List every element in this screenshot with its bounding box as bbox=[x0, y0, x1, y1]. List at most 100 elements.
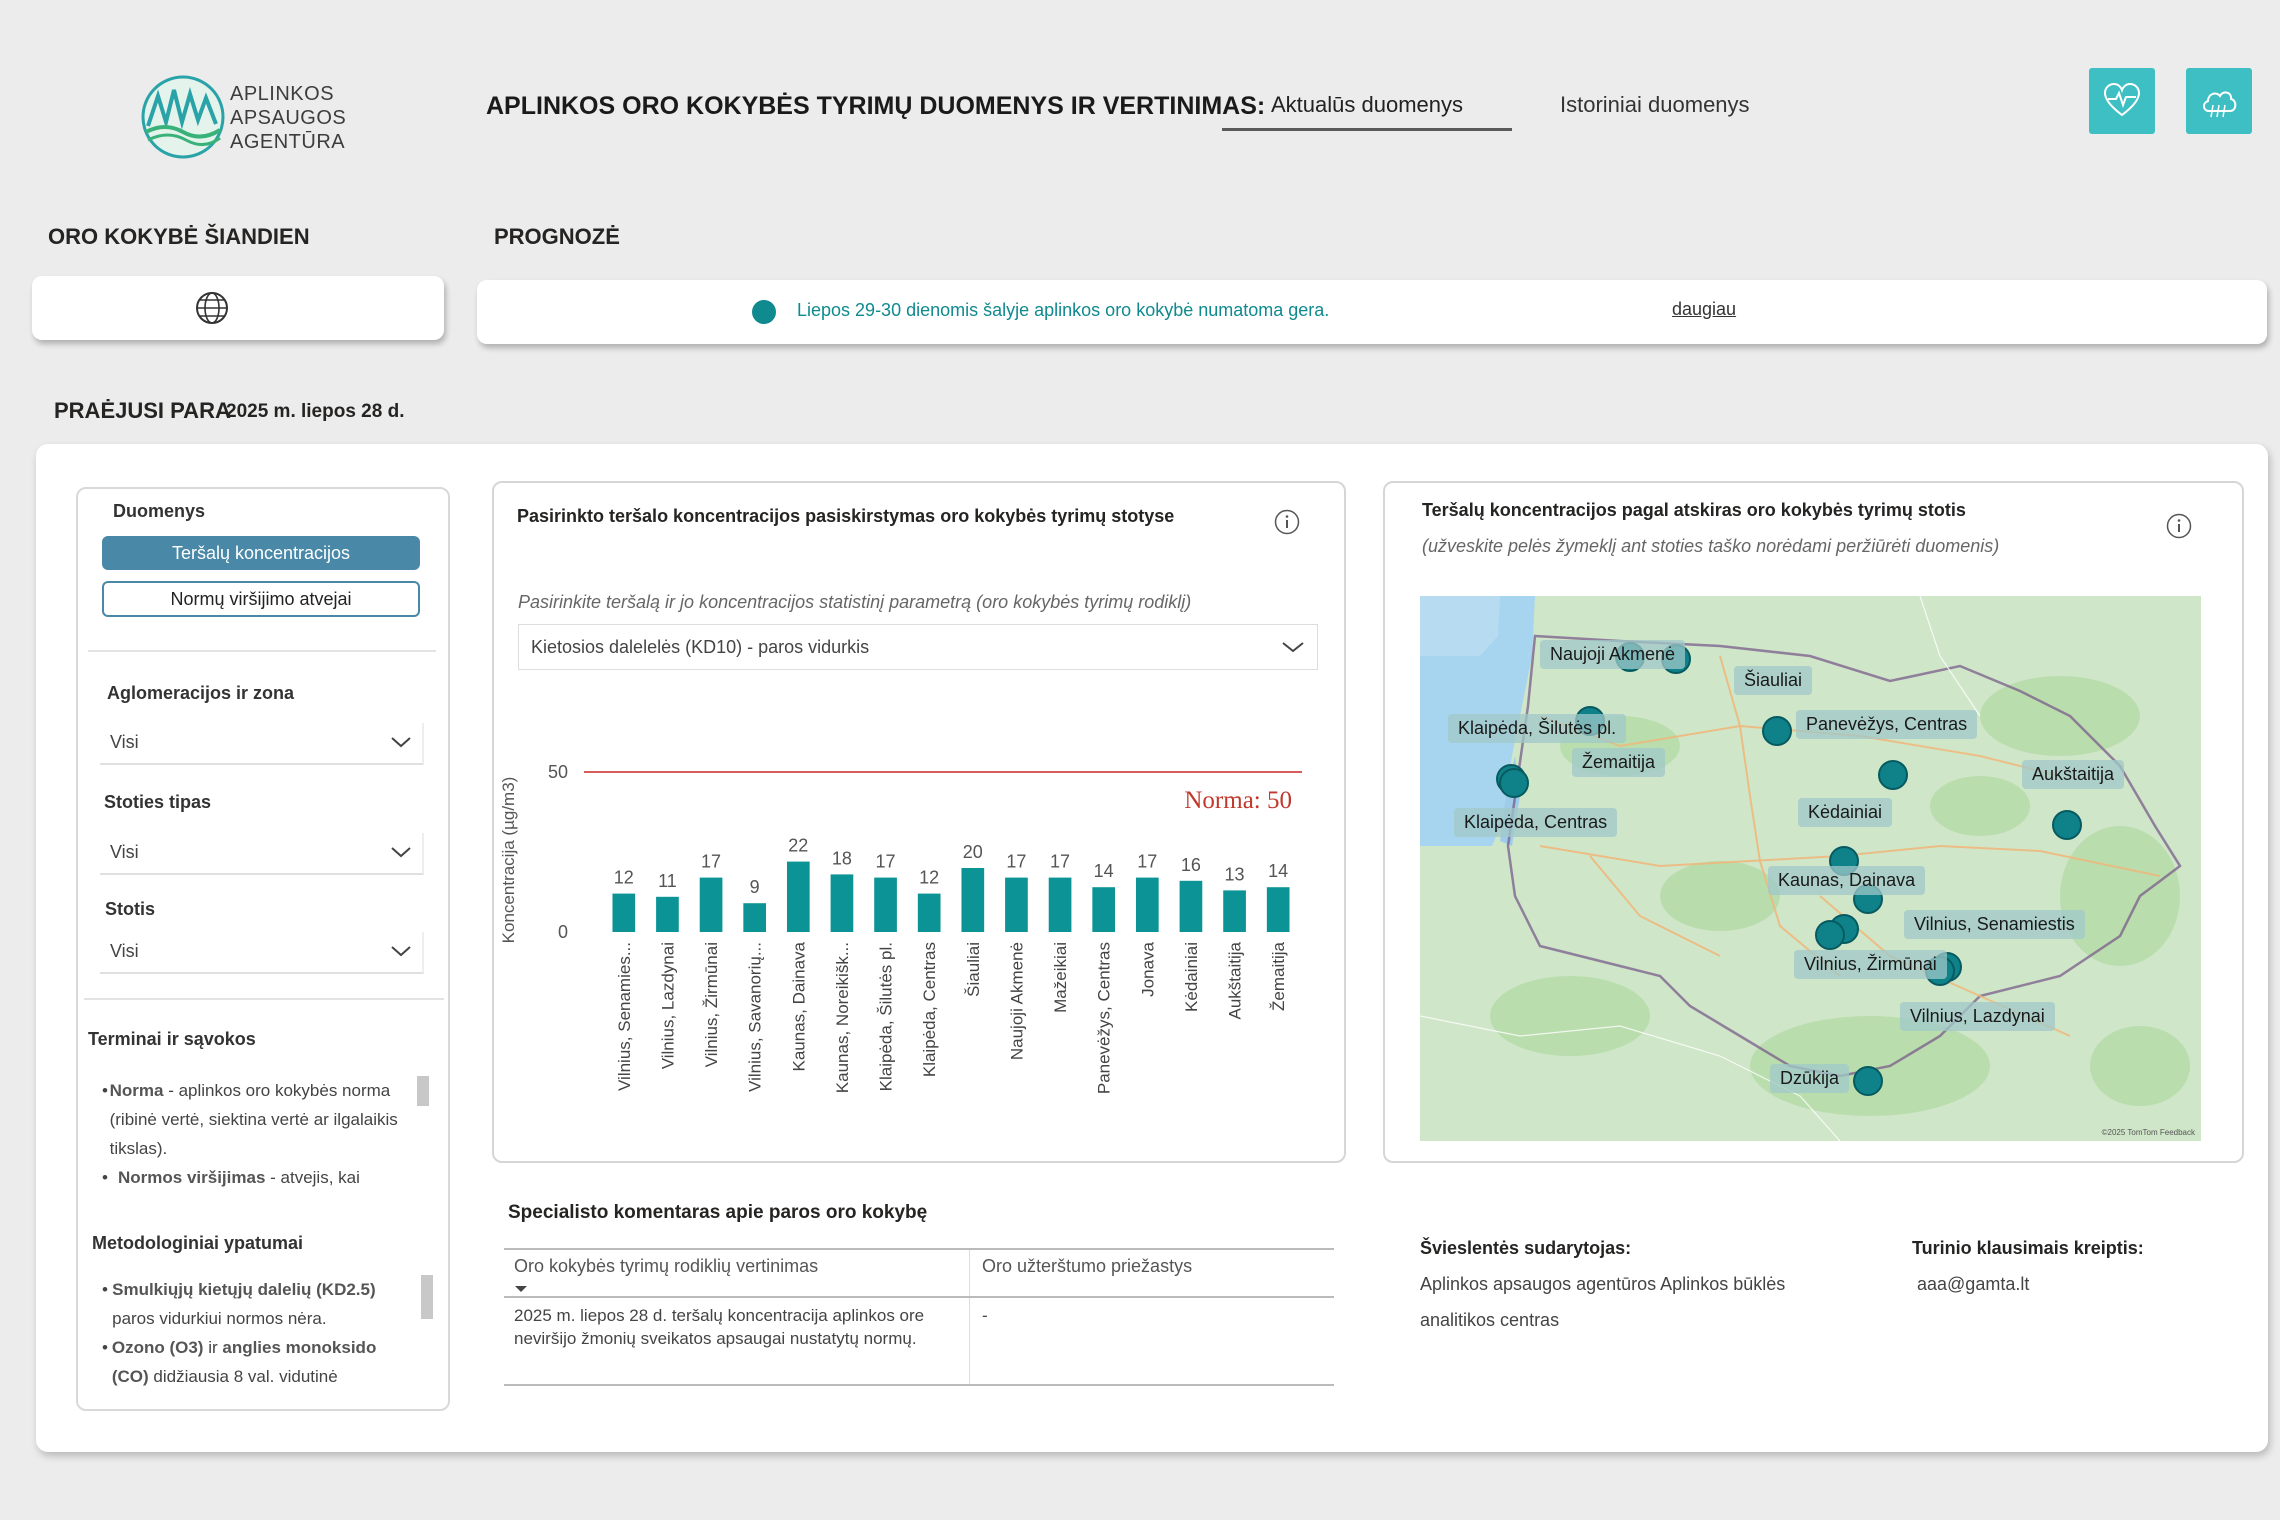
author-label: Švieslentės sudarytojas: bbox=[1420, 1238, 1632, 1258]
chart-title: Pasirinkto teršalo koncentracijos pasisk… bbox=[517, 506, 1175, 526]
data-filter-label: Duomenys bbox=[113, 501, 206, 521]
forecast-more-link[interactable]: daugiau bbox=[1672, 299, 1736, 320]
pollutant-select-value: Kietosios dalelelės (KD10) - paros vidur… bbox=[531, 637, 870, 657]
author-value: Aplinkos apsaugos agentūros Aplinkos būk… bbox=[1420, 1274, 1786, 1330]
station-label: Stotis bbox=[105, 899, 156, 919]
weather-button[interactable] bbox=[2186, 68, 2252, 134]
chevron-down-icon bbox=[391, 847, 411, 858]
pollutant-select[interactable]: Kietosios dalelelės (KD10) - paros vidur… bbox=[518, 624, 1318, 670]
station-dot[interactable] bbox=[1853, 1066, 1883, 1096]
x-tick-label: Vilnius, Senamies... bbox=[615, 942, 634, 1091]
data-label: 12 bbox=[919, 868, 939, 888]
table-header-row: Oro kokybės tyrimų rodiklių vertinimas O… bbox=[504, 1248, 1334, 1298]
station-label[interactable]: Panevėžys, Centras bbox=[1796, 710, 1978, 739]
station-map[interactable]: Naujoji Akmenė Šiauliai Klaipėda, Šilutė… bbox=[1420, 596, 2201, 1141]
tab-current-data[interactable]: Aktualūs duomenys bbox=[1222, 92, 1512, 131]
heart-pulse-icon bbox=[2103, 82, 2141, 117]
bar bbox=[1266, 887, 1290, 932]
today-card bbox=[32, 276, 444, 340]
bar bbox=[1092, 887, 1116, 932]
station-label[interactable]: Vilnius, Senamiestis bbox=[1904, 910, 2085, 939]
methodology-scrollbar[interactable] bbox=[421, 1275, 433, 1319]
station-label[interactable]: Klaipėda, Centras bbox=[1454, 808, 1618, 837]
concentrations-button[interactable]: Teršalų koncentracijos bbox=[102, 536, 420, 570]
chart-instruction: Pasirinkite teršalą ir jo koncentracijos… bbox=[518, 592, 1192, 612]
station-dot[interactable] bbox=[1878, 760, 1908, 790]
x-tick-label: Naujoji Akmenė bbox=[1007, 942, 1026, 1060]
globe-icon bbox=[196, 292, 228, 324]
station-value: Visi bbox=[110, 941, 139, 961]
norm-label: Norma: 50 bbox=[1184, 787, 1292, 814]
station-label[interactable]: Aukštaitija bbox=[2022, 760, 2125, 789]
data-label: 9 bbox=[750, 877, 760, 897]
y-tick-label: 50 bbox=[548, 762, 568, 782]
station-dot[interactable] bbox=[2052, 810, 2082, 840]
x-tick-label: Mažeikiai bbox=[1051, 942, 1070, 1013]
table-cell: - bbox=[982, 1306, 988, 1325]
info-icon[interactable] bbox=[2166, 513, 2192, 539]
station-label[interactable]: Dzūkija bbox=[1770, 1064, 1850, 1093]
past-day-title: PRAĖJUSI PARA bbox=[54, 398, 231, 423]
x-tick-label: Vilnius, Lazdynai bbox=[658, 942, 677, 1069]
data-label: 14 bbox=[1094, 861, 1114, 881]
station-label[interactable]: Klaipėda, Šilutės pl. bbox=[1448, 714, 1627, 743]
station-dot[interactable] bbox=[1499, 768, 1529, 798]
x-tick-label: Vilnius, Žirmūnai bbox=[702, 942, 721, 1067]
health-button[interactable] bbox=[2089, 68, 2155, 134]
map-credit[interactable]: ©2025 TomTom Feedback bbox=[2102, 1128, 2195, 1137]
tab-historical-data[interactable]: Istoriniai duomenys bbox=[1560, 92, 1790, 118]
station-dot[interactable] bbox=[1762, 716, 1792, 746]
x-tick-label: Šiauliai bbox=[964, 942, 983, 997]
station-dot[interactable] bbox=[1815, 920, 1845, 950]
x-tick-label: Klaipėda, Centras bbox=[920, 942, 939, 1077]
cloud-icon bbox=[2203, 91, 2237, 118]
station-label[interactable]: Kėdainiai bbox=[1798, 798, 1893, 827]
data-label: 17 bbox=[876, 852, 896, 872]
info-icon[interactable] bbox=[1274, 509, 1300, 535]
x-tick-label: Vilnius, Savanorių... bbox=[746, 942, 765, 1092]
past-day-date: 2025 m. liepos 28 d. bbox=[226, 401, 405, 422]
bar bbox=[656, 896, 679, 932]
bar bbox=[1048, 877, 1072, 932]
contact-email[interactable]: aaa@gamta.lt bbox=[1917, 1266, 2029, 1302]
forecast-title: PROGNOZĖ bbox=[494, 224, 620, 249]
x-tick-label: Kėdainiai bbox=[1182, 942, 1201, 1012]
forecast-text: Liepos 29-30 dienomis šalyje aplinkos or… bbox=[797, 300, 1330, 320]
map-title: Teršalų koncentracijos pagal atskiras or… bbox=[1422, 500, 1966, 520]
station-label[interactable]: Kaunas, Dainava bbox=[1768, 866, 1926, 895]
station-type-value: Visi bbox=[110, 842, 139, 862]
chevron-down-icon bbox=[391, 946, 411, 957]
station-label[interactable]: Šiauliai bbox=[1734, 666, 1813, 695]
table-header-cell[interactable]: Oro užterštumo priežastys bbox=[970, 1250, 1334, 1296]
station-type-dropdown[interactable]: Visi bbox=[100, 833, 424, 875]
terms-title: Terminai ir sąvokos bbox=[88, 1029, 256, 1049]
bar bbox=[1223, 890, 1246, 932]
forecast-status-dot bbox=[752, 300, 776, 324]
station-label[interactable]: Žemaitija bbox=[1572, 748, 1666, 777]
bar bbox=[917, 893, 941, 932]
station-label[interactable]: Vilnius, Žirmūnai bbox=[1794, 950, 1947, 979]
contact-label: Turinio klausimais kreiptis: bbox=[1912, 1238, 2144, 1258]
page-title: APLINKOS ORO KOKYBĖS TYRIMŲ DUOMENYS IR … bbox=[486, 92, 1266, 120]
bar bbox=[786, 861, 810, 932]
x-tick-label: Klaipėda, Šilutės pl. bbox=[877, 942, 896, 1091]
norm-exceedance-button[interactable]: Normų viršijimo atvejai bbox=[102, 581, 420, 617]
station-label[interactable]: Vilnius, Lazdynai bbox=[1900, 1002, 2055, 1031]
chevron-down-icon bbox=[391, 737, 411, 748]
terms-scrollbar[interactable] bbox=[417, 1076, 429, 1106]
station-label[interactable]: Naujoji Akmenė bbox=[1540, 640, 1686, 669]
table-header-cell[interactable]: Oro kokybės tyrimų rodiklių vertinimas bbox=[504, 1250, 970, 1296]
data-label: 16 bbox=[1181, 855, 1201, 875]
x-tick-label: Kaunas, Noreikišk... bbox=[833, 942, 852, 1093]
station-type-label: Stoties tipas bbox=[104, 792, 212, 812]
chevron-down-icon bbox=[1282, 642, 1304, 653]
data-label: 11 bbox=[658, 871, 677, 891]
bar bbox=[874, 877, 897, 932]
methodology-list[interactable]: • Smulkiųjų kietųjų dalelių (KD2.5) paros… bbox=[102, 1275, 417, 1395]
agglomeration-dropdown[interactable]: Visi bbox=[100, 723, 424, 765]
terms-list[interactable]: • Norma - aplinkos oro kokybės norma (rib… bbox=[102, 1076, 412, 1204]
divider bbox=[84, 998, 444, 1000]
station-dropdown[interactable]: Visi bbox=[100, 932, 424, 974]
table-row: 2025 m. liepos 28 d. teršalų koncentraci… bbox=[504, 1298, 1334, 1386]
x-tick-label: Kaunas, Dainava bbox=[789, 941, 808, 1071]
